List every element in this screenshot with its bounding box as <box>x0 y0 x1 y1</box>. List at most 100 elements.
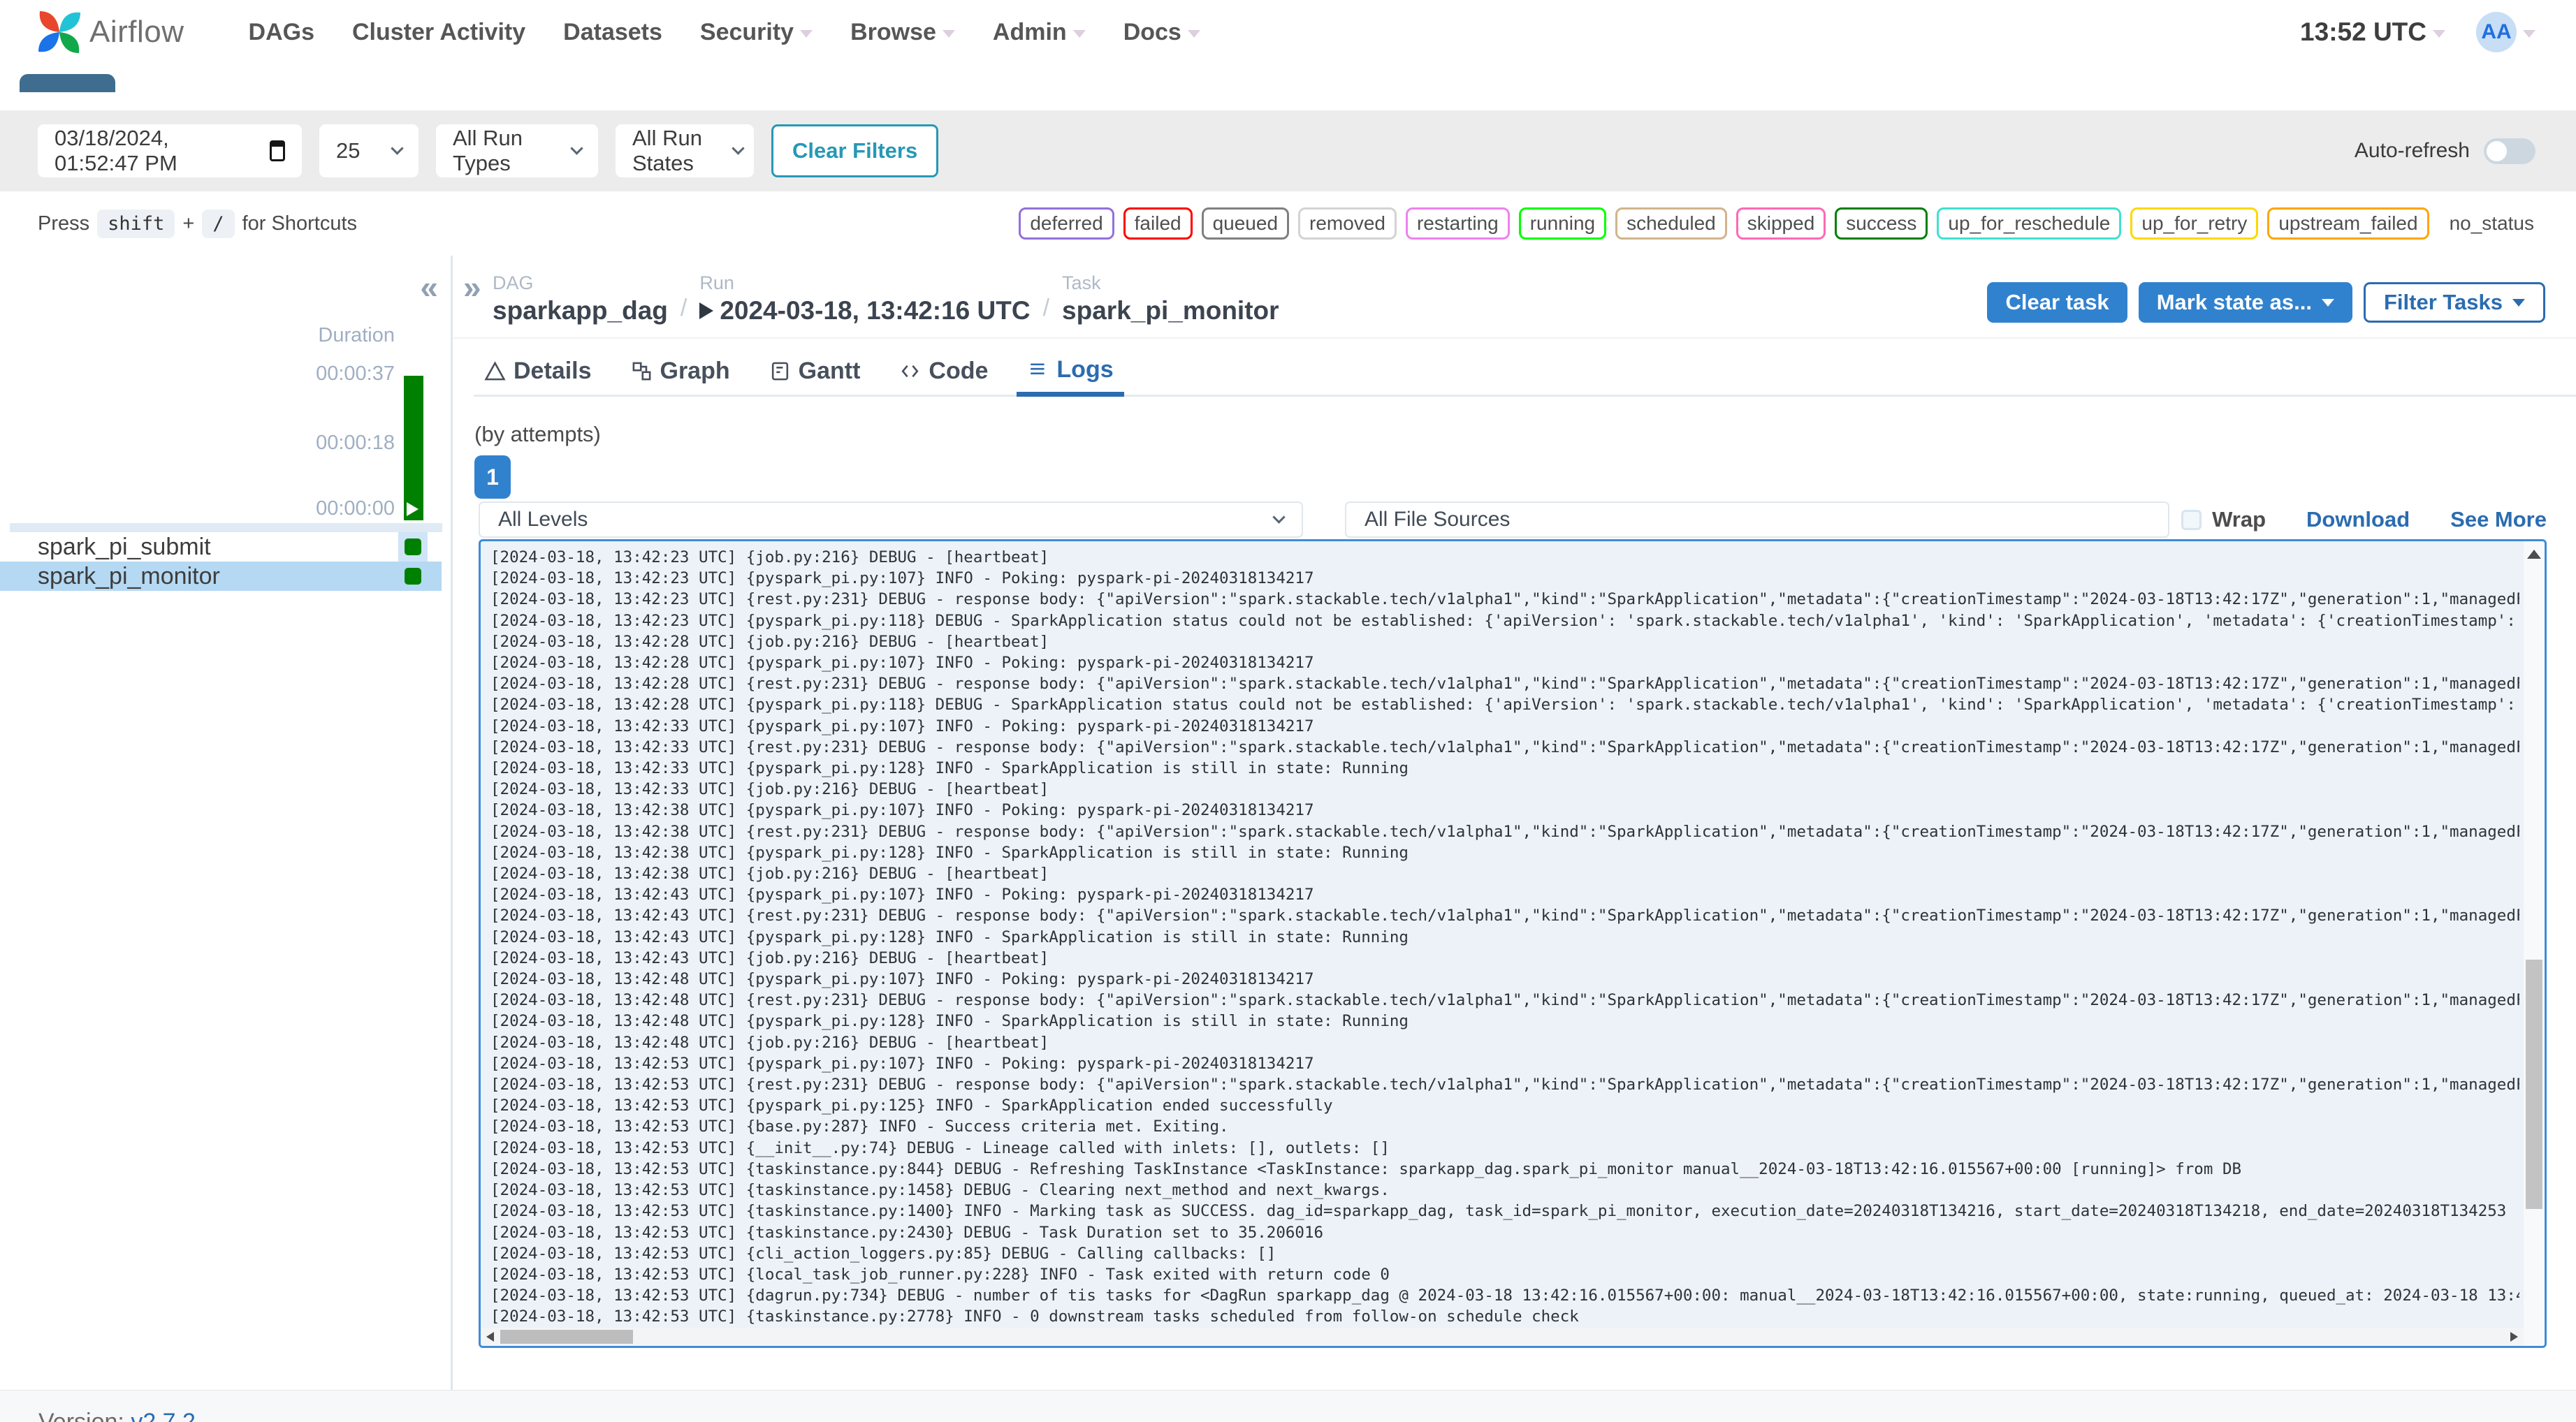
log-line: [2024-03-18, 13:42:38 UTC] {rest.py:231}… <box>490 822 2519 841</box>
status-badge[interactable]: up_for_reschedule <box>1937 207 2122 240</box>
file-source-select[interactable]: All File Sources <box>1345 501 2169 538</box>
log-line: [2024-03-18, 13:42:23 UTC] {pyspark_pi.p… <box>490 569 1314 588</box>
task-row-spark-pi-submit[interactable]: spark_pi_submit <box>0 532 442 562</box>
task-detail-panel: » DAG sparkapp_dag / Run 2024-03-18, 13:… <box>453 256 2576 1390</box>
status-badge[interactable]: running <box>1518 207 1607 240</box>
wrap-label: Wrap <box>2212 507 2266 532</box>
grid-run-bar-fragment <box>20 74 115 92</box>
nav-item-security[interactable]: Security <box>700 19 813 46</box>
main-menu: DAGs Cluster Activity Datasets Security … <box>249 19 1200 46</box>
log-lines-icon <box>1031 363 1045 374</box>
breadcrumb-task[interactable]: Task spark_pi_monitor <box>1062 272 1279 325</box>
chevron-down-icon <box>800 29 813 38</box>
log-line: [2024-03-18, 13:42:53 UTC] {dagrun.py:73… <box>490 1287 2519 1305</box>
status-badge[interactable]: upstream_failed <box>2267 207 2429 240</box>
task-row-spark-pi-monitor[interactable]: spark_pi_monitor <box>0 562 442 591</box>
tab-gantt[interactable]: Gantt <box>759 348 871 395</box>
log-line: [2024-03-18, 13:42:28 UTC] {rest.py:231}… <box>490 675 2519 694</box>
status-badge[interactable]: restarting <box>1405 207 1510 240</box>
vertical-scroll-thumb[interactable] <box>2526 960 2542 1210</box>
horizontal-scrollbar[interactable] <box>481 1328 2524 1346</box>
nav-item-docs[interactable]: Docs <box>1123 19 1200 46</box>
chevron-down-icon <box>942 29 955 38</box>
status-badge[interactable]: queued <box>1201 207 1290 240</box>
grid-sidebar: « Duration 00:00:37 00:00:18 00:00:00 sp… <box>0 256 451 1390</box>
tab-graph[interactable]: Graph <box>620 348 741 395</box>
page-size-value: 25 <box>336 138 361 163</box>
nav-item-admin[interactable]: Admin <box>993 19 1086 46</box>
auto-refresh-toggle[interactable] <box>2484 138 2535 164</box>
airflow-logo[interactable]: Airflow <box>36 9 184 55</box>
status-badge[interactable]: removed <box>1298 207 1397 240</box>
clock-menu[interactable]: 13:52 UTC <box>2300 17 2445 47</box>
clear-task-button[interactable]: Clear task <box>1987 282 2127 323</box>
chevron-down-icon <box>1187 29 1200 38</box>
run-types-select[interactable]: All Run Types <box>436 124 598 177</box>
by-attempts-label: (by attempts) <box>474 422 601 446</box>
attempt-1-button[interactable]: 1 <box>474 455 511 499</box>
status-badge[interactable]: success <box>1835 207 1928 240</box>
filter-tasks-button[interactable]: Filter Tasks <box>2363 282 2545 323</box>
log-line: [2024-03-18, 13:42:53 UTC] {pyspark_pi.p… <box>490 1097 1333 1115</box>
version-link[interactable]: v2.7.2 <box>131 1409 196 1422</box>
task-instance-square[interactable] <box>405 568 421 585</box>
log-line: [2024-03-18, 13:42:48 UTC] {pyspark_pi.p… <box>490 1012 1409 1031</box>
gantt-chart-icon <box>771 362 788 381</box>
grid-header-stripe <box>10 523 442 532</box>
chevron-down-icon <box>2512 298 2525 307</box>
log-line: [2024-03-18, 13:42:43 UTC] {job.py:216} … <box>490 948 1049 967</box>
page-size-select[interactable]: 25 <box>319 124 419 177</box>
expand-panel-icon[interactable]: » <box>463 271 481 303</box>
duration-tick: 00:00:00 <box>316 497 395 520</box>
clear-filters-button[interactable]: Clear Filters <box>771 124 939 177</box>
scroll-right-icon[interactable] <box>2510 1332 2518 1342</box>
legend-row: Press shift + / for Shortcuts deferred f… <box>0 191 2576 256</box>
scroll-up-icon[interactable] <box>2527 550 2541 559</box>
tab-code[interactable]: Code <box>889 348 998 395</box>
shortcuts-text: for Shortcuts <box>242 212 358 235</box>
log-line: [2024-03-18, 13:42:48 UTC] {rest.py:231}… <box>490 991 2519 1010</box>
status-badge[interactable]: up_for_retry <box>2130 207 2259 240</box>
breadcrumb-run[interactable]: Run 2024-03-18, 13:42:16 UTC <box>699 272 1031 325</box>
scroll-left-icon[interactable] <box>486 1332 494 1342</box>
log-output-panel: [2024-03-18, 13:42:23 UTC] {job.py:216} … <box>479 539 2547 1348</box>
date-filter-input[interactable]: 03/18/2024, 01:52:47 PM <box>38 124 302 177</box>
task-actions: Clear task Mark state as... Filter Tasks <box>1987 282 2545 323</box>
auto-refresh-control: Auto-refresh <box>2355 138 2535 164</box>
log-line: [2024-03-18, 13:42:48 UTC] {pyspark_pi.p… <box>490 970 1314 989</box>
status-badge[interactable]: skipped <box>1735 207 1826 240</box>
breadcrumb-label: DAG <box>493 272 534 293</box>
run-duration-bar[interactable] <box>404 376 423 520</box>
user-menu[interactable]: AA <box>2458 12 2535 52</box>
breadcrumb-dag[interactable]: DAG sparkapp_dag <box>493 272 668 325</box>
log-line: [2024-03-18, 13:42:53 UTC] {taskinstance… <box>490 1223 1324 1242</box>
mark-state-button[interactable]: Mark state as... <box>2138 282 2352 323</box>
status-badge[interactable]: scheduled <box>1615 207 1727 240</box>
wrap-checkbox[interactable] <box>2181 509 2202 530</box>
log-line: [2024-03-18, 13:42:53 UTC] {taskinstance… <box>490 1202 2507 1221</box>
see-more-link[interactable]: See More <box>2450 507 2547 532</box>
nav-item-dags[interactable]: DAGs <box>249 19 314 46</box>
horizontal-scroll-thumb[interactable] <box>500 1330 633 1344</box>
log-level-select[interactable]: All Levels <box>479 501 1303 538</box>
status-badge[interactable]: deferred <box>1019 207 1114 240</box>
download-log-link[interactable]: Download <box>2306 507 2410 532</box>
nav-item-cluster-activity[interactable]: Cluster Activity <box>352 19 525 46</box>
log-controls: All Levels All File Sources Wrap Downloa… <box>479 501 2547 538</box>
airflow-pinwheel-icon <box>38 10 81 54</box>
run-states-select[interactable]: All Run States <box>616 124 754 177</box>
status-badge[interactable]: no_status <box>2438 207 2545 240</box>
run-states-value: All Run States <box>632 126 702 175</box>
nav-item-browse[interactable]: Browse <box>850 19 955 46</box>
tab-details[interactable]: Details <box>474 348 602 395</box>
task-instance-square[interactable] <box>405 538 421 555</box>
collapse-panel-icon[interactable]: « <box>420 271 438 303</box>
task-name: spark_pi_monitor <box>38 562 220 589</box>
vertical-scrollbar[interactable] <box>2524 541 2545 1346</box>
status-badge[interactable]: failed <box>1123 207 1193 240</box>
tab-logs[interactable]: Logs <box>1017 348 1124 397</box>
log-line: [2024-03-18, 13:42:43 UTC] {pyspark_pi.p… <box>490 928 1409 946</box>
nav-item-datasets[interactable]: Datasets <box>563 19 662 46</box>
breadcrumb-separator: / <box>680 295 687 321</box>
auto-refresh-label: Auto-refresh <box>2354 139 2470 162</box>
